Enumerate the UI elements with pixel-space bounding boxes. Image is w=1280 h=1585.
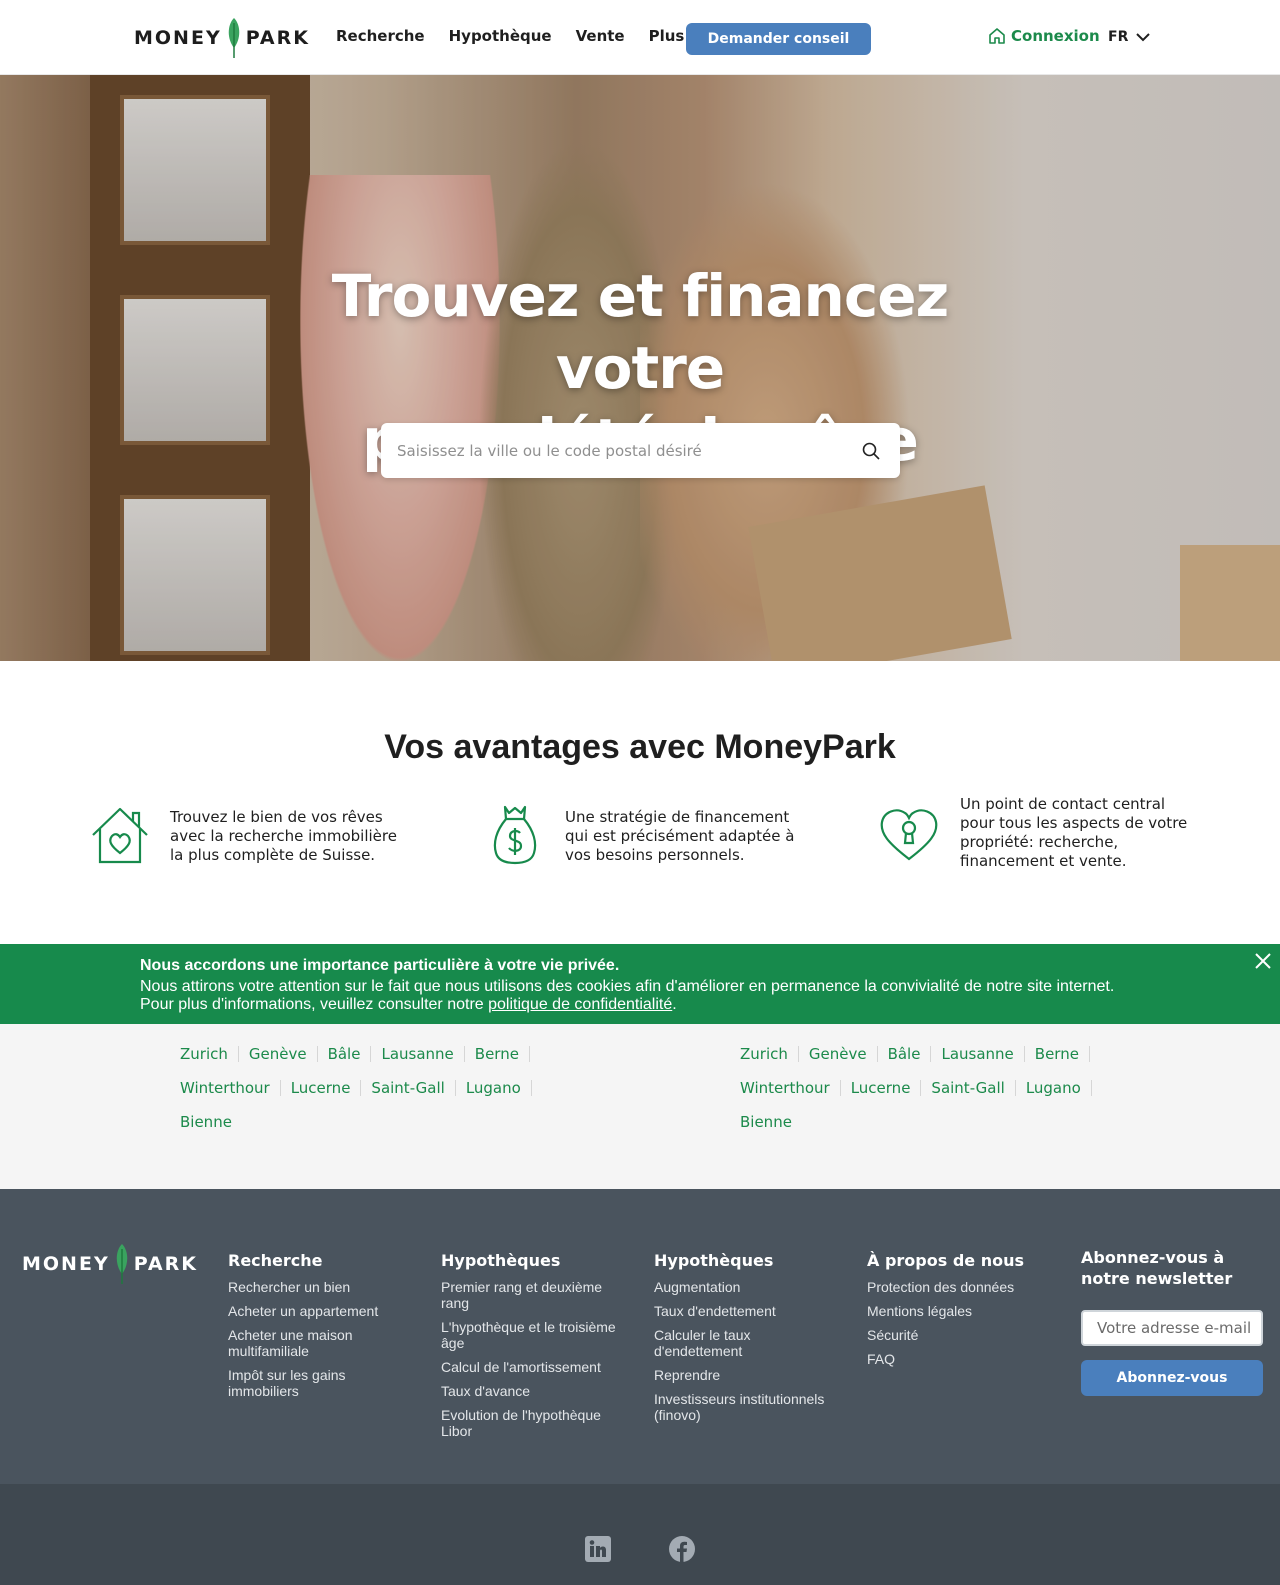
advantage-item-contact: Un point de contact central pour tous le… bbox=[878, 795, 1187, 871]
city-row: Zurich Genève Bâle Lausanne Berne bbox=[740, 1046, 1090, 1062]
city-link[interactable]: Bâle bbox=[878, 1046, 932, 1062]
newsletter-signup: Abonnez-vous à notre newsletter Abonnez-… bbox=[1081, 1247, 1271, 1477]
footer-column-title: Hypothèques bbox=[654, 1251, 774, 1270]
linkedin-icon[interactable] bbox=[585, 1536, 611, 1562]
advantage-item-financing: Une stratégie de financement qui est pré… bbox=[493, 805, 794, 865]
nav-item-plus[interactable]: Plus bbox=[649, 27, 685, 45]
city-link[interactable]: Zurich bbox=[740, 1046, 799, 1062]
city-row: Bienne bbox=[180, 1114, 242, 1130]
footer-link[interactable]: Sécurité bbox=[867, 1327, 1047, 1343]
footer-link[interactable]: Augmentation bbox=[654, 1279, 834, 1295]
city-link[interactable]: Winterthour bbox=[740, 1080, 841, 1096]
money-bag-icon bbox=[493, 805, 537, 865]
city-link[interactable]: Bâle bbox=[318, 1046, 372, 1062]
nav-item-recherche[interactable]: Recherche bbox=[336, 27, 425, 45]
footer-link[interactable]: Investisseurs institutionnels (finovo) bbox=[654, 1391, 844, 1423]
footer-link[interactable]: Impôt sur les gains immobiliers bbox=[228, 1367, 378, 1399]
site-footer: MONEY PARK Recherche Rechercher un bien … bbox=[0, 1189, 1280, 1484]
footer-link[interactable]: FAQ bbox=[867, 1351, 1047, 1367]
city-links-section: Zurich Genève Bâle Lausanne Berne Winter… bbox=[0, 1024, 1280, 1189]
city-link[interactable]: Berne bbox=[1025, 1046, 1090, 1062]
footer-link[interactable]: Rechercher un bien bbox=[228, 1279, 408, 1295]
city-link[interactable]: Zurich bbox=[180, 1046, 239, 1062]
city-link[interactable]: Bienne bbox=[180, 1114, 242, 1130]
city-link[interactable]: Saint-Gall bbox=[921, 1080, 1016, 1096]
city-link[interactable]: Saint-Gall bbox=[361, 1080, 456, 1096]
cookie-text-more: Pour plus d'informations, veuillez consu… bbox=[140, 996, 677, 1013]
footer-column-title: Recherche bbox=[228, 1251, 323, 1270]
nav-item-hypotheque[interactable]: Hypothèque bbox=[449, 27, 552, 45]
social-bar bbox=[0, 1484, 1280, 1585]
language-selector[interactable]: FR bbox=[1108, 29, 1151, 45]
city-link[interactable]: Genève bbox=[239, 1046, 318, 1062]
city-row: Zurich Genève Bâle Lausanne Berne bbox=[180, 1046, 530, 1062]
footer-link[interactable]: Reprendre bbox=[654, 1367, 834, 1383]
search-icon[interactable] bbox=[862, 442, 880, 460]
close-icon[interactable] bbox=[1254, 952, 1272, 970]
city-link[interactable]: Lugano bbox=[456, 1080, 532, 1096]
subscribe-button[interactable]: Abonnez-vous bbox=[1081, 1360, 1263, 1396]
demander-conseil-button[interactable]: Demander conseil bbox=[686, 23, 871, 55]
footer-link[interactable]: Mentions légales bbox=[867, 1303, 1047, 1319]
advantage-item-search: Trouvez le bien de vos rêves avec la rec… bbox=[89, 805, 397, 865]
city-link[interactable]: Lausanne bbox=[371, 1046, 465, 1062]
city-link[interactable]: Lucerne bbox=[841, 1080, 922, 1096]
newsletter-title: Abonnez-vous à notre newsletter bbox=[1081, 1248, 1233, 1288]
leaf-icon bbox=[116, 1244, 127, 1284]
cookie-banner: Nous accordons une importance particuliè… bbox=[0, 944, 1280, 1024]
city-row: Winterthour Lucerne Saint-Gall Lugano bbox=[740, 1080, 1092, 1096]
city-link[interactable]: Berne bbox=[465, 1046, 530, 1062]
city-link[interactable]: Genève bbox=[799, 1046, 878, 1062]
footer-link[interactable]: Acheter un appartement bbox=[228, 1303, 408, 1319]
city-link[interactable]: Lugano bbox=[1016, 1080, 1092, 1096]
cookie-text: Nous attirons votre attention sur le fai… bbox=[140, 978, 1115, 995]
location-search-box bbox=[381, 423, 900, 478]
footer-column-hypotheques-2: Hypothèques Augmentation Taux d'endettem… bbox=[654, 1251, 844, 1431]
footer-column-title: Hypothèques bbox=[441, 1251, 561, 1270]
footer-column-hypotheques: Hypothèques Premier rang et deuxième ran… bbox=[441, 1251, 621, 1447]
footer-link[interactable]: Calcul de l'amortissement bbox=[441, 1359, 621, 1375]
footer-link[interactable]: Acheter une maison multifamiliale bbox=[228, 1327, 378, 1359]
login-link[interactable]: Connexion bbox=[988, 27, 1100, 45]
city-link[interactable]: Lausanne bbox=[931, 1046, 1025, 1062]
footer-link[interactable]: Taux d'endettement bbox=[654, 1303, 834, 1319]
moneypark-logo[interactable]: MONEY PARK bbox=[134, 16, 310, 60]
chevron-down-icon bbox=[1136, 33, 1151, 42]
home-icon bbox=[989, 28, 1005, 44]
privacy-policy-link[interactable]: politique de confidentialité bbox=[488, 996, 672, 1013]
city-link[interactable]: Bienne bbox=[740, 1114, 802, 1130]
footer-logo[interactable]: MONEY PARK bbox=[22, 1243, 198, 1285]
footer-column-recherche: Recherche Rechercher un bien Acheter un … bbox=[228, 1251, 408, 1407]
house-heart-icon bbox=[92, 807, 148, 864]
footer-column-title: À propos de nous bbox=[867, 1251, 1024, 1270]
footer-link[interactable]: Protection des données bbox=[867, 1279, 1047, 1295]
city-link[interactable]: Winterthour bbox=[180, 1080, 281, 1096]
leaf-icon bbox=[228, 18, 239, 58]
cookie-title: Nous accordons une importance particuliè… bbox=[140, 957, 620, 974]
hero-section: Trouvez et financez votre propriété de r… bbox=[0, 75, 1280, 661]
newsletter-email-input[interactable] bbox=[1081, 1310, 1263, 1346]
main-nav: Recherche Hypothèque Vente Plus bbox=[336, 27, 684, 45]
location-search-input[interactable] bbox=[397, 423, 837, 478]
city-row: Bienne bbox=[740, 1114, 802, 1130]
footer-link[interactable]: Premier rang et deuxième rang bbox=[441, 1279, 621, 1311]
footer-link[interactable]: Taux d'avance bbox=[441, 1383, 621, 1399]
nav-item-vente[interactable]: Vente bbox=[576, 27, 625, 45]
city-row: Winterthour Lucerne Saint-Gall Lugano bbox=[180, 1080, 532, 1096]
footer-link[interactable]: Evolution de l'hypothèque Libor bbox=[441, 1407, 611, 1439]
heart-keyhole-icon bbox=[880, 809, 938, 861]
footer-column-a-propos: À propos de nous Protection des données … bbox=[867, 1251, 1047, 1375]
advantages-title: Vos avantages avec MoneyPark bbox=[384, 728, 896, 766]
facebook-icon[interactable] bbox=[669, 1536, 695, 1562]
footer-link[interactable]: Calculer le taux d'endettement bbox=[654, 1327, 784, 1359]
footer-link[interactable]: L'hypothèque et le troisième âge bbox=[441, 1319, 621, 1351]
city-link[interactable]: Lucerne bbox=[281, 1080, 362, 1096]
site-header: MONEY PARK Recherche Hypothèque Vente Pl… bbox=[0, 0, 1280, 75]
